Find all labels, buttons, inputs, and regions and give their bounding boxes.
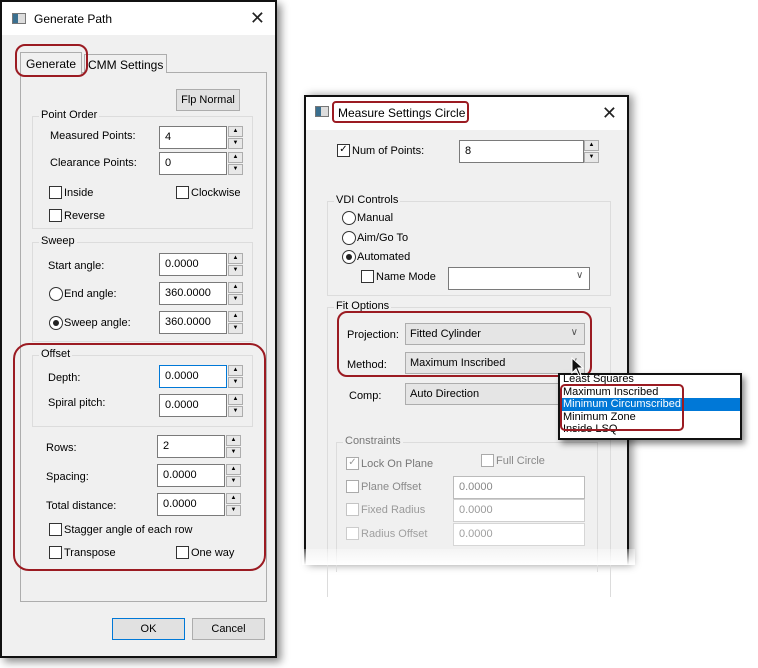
start-angle-spinner[interactable]: ▲ ▼ bbox=[228, 253, 243, 276]
app-icon bbox=[12, 13, 26, 24]
num-points-input[interactable]: 8 bbox=[459, 140, 584, 163]
comp-label: Comp: bbox=[349, 390, 382, 402]
radius-offset-label: Radius Offset bbox=[361, 528, 428, 540]
chevron-down-icon: ∨ bbox=[576, 270, 584, 281]
measured-points-input[interactable]: 4 bbox=[159, 126, 227, 149]
num-points-checkbox[interactable]: ✓ bbox=[337, 144, 350, 157]
title-bar: Generate Path ✕ bbox=[2, 2, 275, 35]
clearance-points-label: Clearance Points: bbox=[50, 157, 137, 169]
group-label: Constraints bbox=[343, 435, 403, 447]
radius-offset-checkbox[interactable] bbox=[346, 527, 359, 540]
clearance-points-spinner[interactable]: ▲ ▼ bbox=[228, 152, 243, 175]
radius-offset-input[interactable]: 0.0000 bbox=[453, 523, 585, 546]
close-icon[interactable]: ✕ bbox=[602, 103, 617, 124]
reverse-label: Reverse bbox=[64, 210, 105, 222]
end-angle-spinner[interactable]: ▲ ▼ bbox=[228, 282, 243, 305]
end-angle-input[interactable]: 360.0000 bbox=[159, 282, 227, 305]
sweep-angle-radio[interactable] bbox=[49, 316, 63, 330]
aim-go-to-label: Aim/Go To bbox=[357, 232, 409, 244]
ok-button[interactable]: OK bbox=[112, 618, 185, 640]
tab-cmm-settings[interactable]: CMM Settings bbox=[84, 54, 167, 73]
start-angle-label: Start angle: bbox=[48, 260, 105, 272]
name-mode-label: Name Mode bbox=[376, 271, 436, 283]
sweep-angle-label: Sweep angle: bbox=[64, 317, 131, 329]
group-label: VDI Controls bbox=[334, 194, 401, 206]
app-icon bbox=[315, 106, 329, 117]
clockwise-label: Clockwise bbox=[191, 187, 241, 199]
dialog-title: Generate Path bbox=[34, 12, 113, 26]
fade-overlay bbox=[302, 549, 635, 565]
highlight-title bbox=[332, 101, 469, 123]
plane-offset-label: Plane Offset bbox=[361, 481, 422, 493]
clearance-points-input[interactable]: 0 bbox=[159, 152, 227, 175]
fixed-radius-checkbox[interactable] bbox=[346, 503, 359, 516]
sweep-angle-input[interactable]: 360.0000 bbox=[159, 311, 227, 334]
comp-value: Auto Direction bbox=[410, 388, 480, 400]
automated-label: Automated bbox=[357, 251, 411, 263]
sweep-angle-spinner[interactable]: ▲ ▼ bbox=[228, 311, 243, 334]
num-points-spinner[interactable]: ▲ ▼ bbox=[584, 140, 599, 163]
manual-label: Manual bbox=[357, 212, 394, 224]
highlight-offset-section bbox=[13, 343, 266, 571]
aim-go-to-radio[interactable] bbox=[342, 231, 356, 245]
close-icon[interactable]: ✕ bbox=[250, 8, 265, 29]
name-mode-select[interactable] bbox=[448, 267, 590, 290]
automated-radio[interactable] bbox=[342, 250, 356, 264]
plane-offset-input[interactable]: 0.0000 bbox=[453, 476, 585, 499]
highlight-dropdown-options bbox=[560, 384, 684, 431]
fixed-radius-input[interactable]: 0.0000 bbox=[453, 499, 585, 522]
highlight-generate-tab bbox=[15, 44, 88, 77]
manual-radio[interactable] bbox=[342, 211, 356, 225]
clockwise-checkbox[interactable] bbox=[176, 186, 189, 199]
group-label: Sweep bbox=[39, 235, 77, 247]
num-points-label: Num of Points: bbox=[352, 145, 425, 157]
inside-checkbox[interactable] bbox=[49, 186, 62, 199]
measured-points-spinner[interactable]: ▲ ▼ bbox=[228, 126, 243, 149]
end-angle-label: End angle: bbox=[64, 288, 117, 300]
end-angle-radio[interactable] bbox=[49, 287, 63, 301]
start-angle-input[interactable]: 0.0000 bbox=[159, 253, 227, 276]
inside-label: Inside bbox=[64, 187, 94, 199]
full-circle-label: Full Circle bbox=[496, 455, 545, 467]
fixed-radius-label: Fixed Radius bbox=[361, 504, 426, 516]
measured-points-label: Measured Points: bbox=[50, 130, 136, 142]
reverse-checkbox[interactable] bbox=[49, 209, 62, 222]
lock-on-plane-checkbox[interactable]: ✓ bbox=[346, 457, 359, 470]
group-label: Point Order bbox=[39, 109, 100, 121]
name-mode-checkbox[interactable] bbox=[361, 270, 374, 283]
lock-on-plane-label: Lock On Plane bbox=[361, 458, 434, 470]
mouse-cursor-icon bbox=[571, 357, 585, 377]
generate-path-dialog: Generate Path ✕ Generate CMM Settings Fl… bbox=[0, 0, 277, 658]
full-circle-checkbox[interactable] bbox=[481, 454, 494, 467]
plane-offset-checkbox[interactable] bbox=[346, 480, 359, 493]
measure-settings-dialog: Measure Settings Circle ✕ ✓ Num of Point… bbox=[302, 95, 635, 597]
flip-normal-button[interactable]: Flp Normal bbox=[176, 89, 240, 111]
highlight-projection-method bbox=[337, 311, 592, 377]
cancel-button[interactable]: Cancel bbox=[192, 618, 265, 640]
